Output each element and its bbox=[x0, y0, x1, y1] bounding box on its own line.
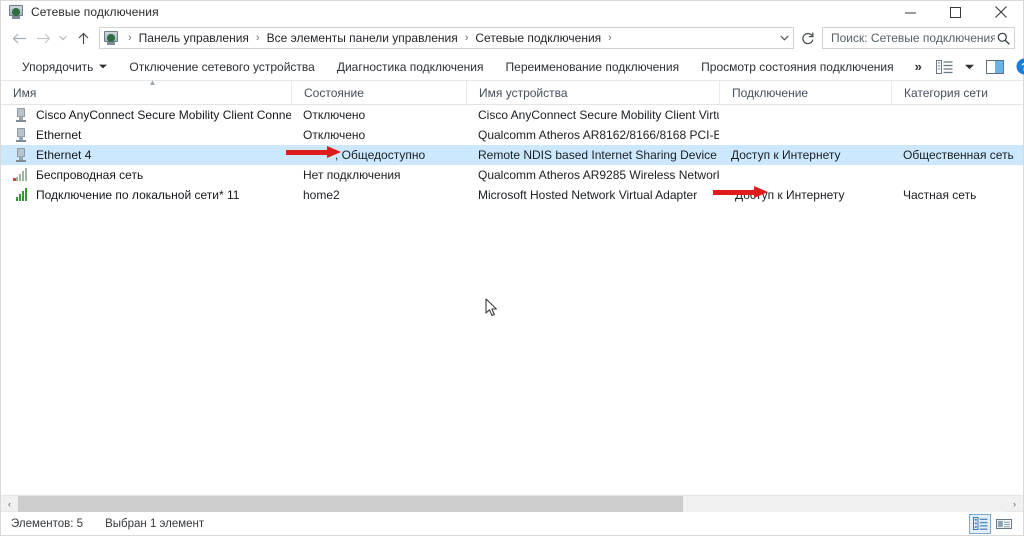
ethernet-adapter-icon bbox=[13, 147, 29, 163]
chevron-down-icon[interactable] bbox=[775, 28, 793, 48]
search-input[interactable] bbox=[829, 30, 997, 46]
connection-name: Беспроводная сеть bbox=[36, 168, 144, 182]
toolbar-item-disable-device[interactable]: Отключение сетевого устройства bbox=[118, 56, 325, 78]
wireless-adapter-disconnected-icon bbox=[13, 167, 29, 183]
chevron-down-icon bbox=[99, 64, 108, 69]
chevron-down-icon[interactable] bbox=[962, 56, 978, 78]
wireless-adapter-icon bbox=[13, 187, 29, 203]
view-options-icon[interactable] bbox=[932, 56, 958, 78]
toolbar-item-diagnose[interactable]: Диагностика подключения bbox=[326, 56, 495, 78]
window-title: Сетевые подключения bbox=[31, 5, 159, 19]
connection-name: Ethernet bbox=[36, 128, 82, 142]
breadcrumb-bar[interactable]: › Панель управления › Все элементы панел… bbox=[99, 27, 794, 49]
maximize-button[interactable] bbox=[933, 1, 978, 23]
back-button[interactable] bbox=[7, 26, 31, 50]
table-row[interactable]: Ethernet Отключено Qualcomm Atheros AR81… bbox=[1, 125, 1023, 145]
toolbar-item-view-status[interactable]: Просмотр состояния подключения bbox=[690, 56, 904, 78]
toolbar-right-group: ? bbox=[932, 56, 1024, 78]
connection-status: Отключено bbox=[303, 108, 366, 122]
column-headers: Имя Состояние Имя устройства Подключение… bbox=[1, 78, 1024, 105]
connectivity: Доступ к Интернету bbox=[735, 188, 845, 202]
device-name: Remote NDIS based Internet Sharing Devic… bbox=[478, 148, 717, 162]
breadcrumb-sep: › bbox=[255, 32, 260, 44]
search-box[interactable] bbox=[822, 27, 1015, 49]
connection-status: Нет подключения bbox=[303, 168, 401, 182]
refresh-button[interactable] bbox=[798, 27, 818, 49]
item-count-label: Элементов: 5 bbox=[11, 517, 84, 530]
search-icon[interactable] bbox=[997, 32, 1010, 45]
device-name: Microsoft Hosted Network Virtual Adapter bbox=[478, 188, 698, 202]
status-bar: Элементов: 5 Выбран 1 элемент bbox=[1, 511, 1023, 535]
selection-count-label: Выбран 1 элемент bbox=[105, 517, 205, 530]
minimize-button[interactable] bbox=[888, 1, 933, 23]
details-view-icon[interactable] bbox=[969, 513, 991, 534]
table-row[interactable]: Беспроводная сеть Нет подключения Qualco… bbox=[1, 165, 1023, 185]
device-name: Qualcomm Atheros AR8162/8166/8168 PCI-E … bbox=[478, 128, 719, 142]
connection-name: Ethernet 4 bbox=[36, 148, 92, 162]
tiles-view-icon[interactable] bbox=[993, 514, 1015, 534]
column-header-network-category[interactable]: Категория сети bbox=[891, 81, 1024, 104]
organize-label: Упорядочить bbox=[22, 59, 94, 74]
connection-status: Отключено bbox=[303, 128, 366, 142]
column-header-device-name[interactable]: Имя устройства bbox=[466, 81, 719, 104]
scroll-left-button[interactable]: ‹ bbox=[1, 496, 18, 512]
close-button[interactable] bbox=[978, 1, 1023, 23]
device-name: Qualcomm Atheros AR9285 Wireless Network… bbox=[478, 168, 719, 182]
network-category: Общественная сеть bbox=[903, 148, 1014, 162]
ethernet-adapter-icon bbox=[13, 107, 29, 123]
scrollbar-track[interactable] bbox=[18, 495, 1006, 512]
forward-button[interactable] bbox=[31, 26, 55, 50]
title-bar: Сетевые подключения bbox=[1, 1, 1023, 23]
organize-button[interactable]: Упорядочить bbox=[11, 56, 118, 78]
column-header-status[interactable]: Состояние bbox=[291, 81, 466, 104]
sort-ascending-icon: ▲ bbox=[148, 78, 157, 87]
breadcrumb-item-0[interactable]: Панель управления bbox=[137, 31, 251, 45]
table-row[interactable]: Ethernet 4 , Общедоступно Remote NDIS ba… bbox=[1, 145, 1023, 165]
breadcrumb: › Панель управления › Все элементы панел… bbox=[123, 31, 775, 45]
mouse-cursor bbox=[485, 298, 498, 317]
column-header-connectivity[interactable]: Подключение bbox=[719, 81, 891, 104]
up-button[interactable] bbox=[71, 26, 95, 50]
device-name: Cisco AnyConnect Secure Mobility Client … bbox=[478, 108, 719, 122]
column-header-name[interactable]: Имя bbox=[1, 81, 291, 104]
table-row[interactable]: Cisco AnyConnect Secure Mobility Client … bbox=[1, 105, 1023, 125]
help-icon[interactable]: ? bbox=[1012, 56, 1024, 78]
recent-locations-button[interactable] bbox=[55, 26, 71, 50]
ethernet-adapter-icon bbox=[13, 127, 29, 143]
connection-name: Cisco AnyConnect Secure Mobility Client … bbox=[36, 108, 291, 122]
command-toolbar: Упорядочить Отключение сетевого устройст… bbox=[1, 53, 1024, 81]
table-row[interactable]: Подключение по локальной сети* 11 home2 … bbox=[1, 185, 1023, 205]
scroll-right-button[interactable]: › bbox=[1006, 496, 1023, 512]
connectivity: Доступ к Интернету bbox=[731, 148, 841, 162]
network-connections-icon bbox=[8, 4, 24, 20]
connection-status: , Общедоступно bbox=[335, 148, 426, 162]
address-bar: › Панель управления › Все элементы панел… bbox=[1, 23, 1023, 53]
preview-pane-icon[interactable] bbox=[982, 56, 1008, 78]
view-mode-buttons bbox=[969, 513, 1023, 534]
breadcrumb-sep: › bbox=[128, 32, 132, 44]
breadcrumb-item-1[interactable]: Все элементы панели управления bbox=[265, 31, 460, 45]
connections-list: Cisco AnyConnect Secure Mobility Client … bbox=[1, 105, 1023, 495]
network-category: Частная сеть bbox=[903, 188, 977, 202]
breadcrumb-folder-icon bbox=[103, 30, 119, 46]
toolbar-item-rename[interactable]: Переименование подключения bbox=[495, 56, 691, 78]
scrollbar-thumb[interactable] bbox=[18, 495, 683, 512]
breadcrumb-sep: › bbox=[608, 32, 612, 44]
horizontal-scrollbar[interactable]: ‹ › bbox=[1, 495, 1023, 512]
connection-status: home2 bbox=[303, 188, 340, 202]
connection-name: Подключение по локальной сети* 11 bbox=[36, 188, 240, 202]
breadcrumb-sep: › bbox=[464, 32, 469, 44]
window-buttons bbox=[888, 1, 1023, 23]
toolbar-overflow-button[interactable]: » bbox=[905, 56, 932, 78]
breadcrumb-item-2[interactable]: Сетевые подключения bbox=[473, 31, 603, 45]
network-connections-window: Сетевые подключения › Панель управления … bbox=[0, 0, 1024, 536]
